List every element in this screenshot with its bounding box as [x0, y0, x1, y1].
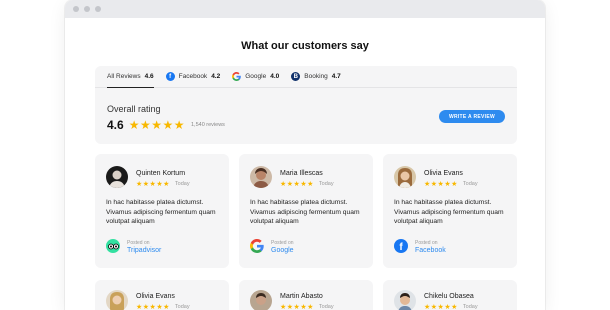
tab-rating: 4.7	[331, 73, 341, 80]
facebook-icon: f	[394, 239, 408, 253]
page-title: What our customers say	[241, 40, 369, 52]
tab-rating: 4.0	[270, 73, 280, 80]
browser-window: What our customers say All Reviews 4.6 f…	[65, 0, 545, 310]
review-stars: ★★★★★	[424, 304, 458, 310]
review-stars: ★★★★★	[136, 181, 170, 188]
write-review-button[interactable]: WRITE A REVIEW	[438, 110, 505, 123]
tab-rating: 4.6	[144, 73, 154, 80]
avatar	[394, 290, 416, 310]
rating-summary: All Reviews 4.6 f Facebook 4.2 Google 4.…	[95, 66, 517, 144]
review-date: Today	[318, 304, 334, 310]
reviewer-name: Olivia Evans	[136, 293, 175, 300]
source-tabs: All Reviews 4.6 f Facebook 4.2 Google 4.…	[95, 66, 517, 88]
tab-booking[interactable]: B Booking 4.7	[291, 66, 341, 87]
review-card: Martin Abasto ★★★★★ Today	[239, 280, 373, 310]
review-stars: ★★★★★	[424, 181, 458, 188]
review-date: Today	[318, 181, 334, 187]
window-dot-close[interactable]	[73, 6, 79, 12]
reviewer-name: Quinten Kortum	[136, 170, 186, 177]
facebook-icon: f	[165, 72, 175, 81]
review-date: Today	[462, 304, 478, 310]
avatar	[250, 166, 272, 188]
avatar	[106, 290, 128, 310]
review-text: In hac habitasse platea dictumst. Vivamu…	[250, 199, 360, 225]
review-text: In hac habitasse platea dictumst. Vivamu…	[106, 199, 216, 225]
review-card: Quinten Kortum ★★★★★ Today In hac habita…	[95, 154, 229, 268]
review-rating: ★★★★★ Today	[280, 180, 334, 188]
browser-toolbar	[65, 0, 545, 18]
review-card: Maria Illescas ★★★★★ Today In hac habita…	[239, 154, 373, 268]
review-rating: ★★★★★ Today	[280, 303, 334, 310]
review-count: 1,540 reviews	[190, 122, 225, 128]
google-icon	[250, 239, 264, 253]
review-source-link[interactable]: Facebook	[415, 247, 446, 254]
review-source-link[interactable]: Tripadvisor	[127, 247, 161, 254]
review-rating: ★★★★★ Today	[424, 303, 478, 310]
tab-label: Booking	[304, 73, 328, 80]
review-date: Today	[462, 181, 478, 187]
review-card: Chikelu Obasea ★★★★★ Today	[383, 280, 517, 310]
reviewer-name: Olivia Evans	[424, 170, 463, 177]
review-stars: ★★★★★	[136, 304, 170, 310]
google-icon	[232, 72, 242, 81]
avatar	[106, 166, 128, 188]
tripadvisor-icon	[106, 239, 120, 253]
booking-icon: B	[291, 72, 301, 81]
window-dot-maximize[interactable]	[95, 6, 101, 12]
review-card: Olivia Evans ★★★★★ Today In hac habitass…	[383, 154, 517, 268]
overall-rating-label: Overall rating	[107, 104, 161, 114]
review-rating: ★★★★★ Today	[136, 303, 190, 310]
posted-on-label: Posted on	[127, 240, 150, 246]
tab-label: Facebook	[178, 73, 208, 80]
tab-all-reviews[interactable]: All Reviews 4.6	[107, 66, 154, 88]
tab-label: All Reviews	[107, 73, 141, 80]
tab-rating: 4.2	[211, 73, 221, 80]
review-rating: ★★★★★ Today	[424, 180, 478, 188]
review-stars: ★★★★★	[280, 304, 314, 310]
tab-google[interactable]: Google 4.0	[232, 66, 279, 87]
review-text: In hac habitasse platea dictumst. Vivamu…	[394, 199, 504, 225]
reviewer-name: Chikelu Obasea	[424, 293, 474, 300]
posted-on-label: Posted on	[415, 240, 438, 246]
avatar	[394, 166, 416, 188]
overall-score: 4.6	[107, 118, 124, 132]
review-card: Olivia Evans ★★★★★ Today	[95, 280, 229, 310]
review-rating: ★★★★★ Today	[136, 180, 190, 188]
review-date: Today	[174, 304, 190, 310]
tab-label: Google	[245, 73, 267, 80]
overall-stars: ★★★★★	[128, 118, 185, 132]
avatar	[250, 290, 272, 310]
overall-rating: 4.6 ★★★★★ 1,540 reviews	[107, 118, 225, 132]
reviewer-name: Maria Illescas	[280, 170, 323, 177]
window-dot-minimize[interactable]	[84, 6, 90, 12]
posted-on-label: Posted on	[271, 240, 294, 246]
reviewer-name: Martin Abasto	[280, 293, 323, 300]
tab-facebook[interactable]: f Facebook 4.2	[165, 66, 221, 87]
review-source-link[interactable]: Google	[271, 247, 294, 254]
review-date: Today	[174, 181, 190, 187]
review-stars: ★★★★★	[280, 181, 314, 188]
